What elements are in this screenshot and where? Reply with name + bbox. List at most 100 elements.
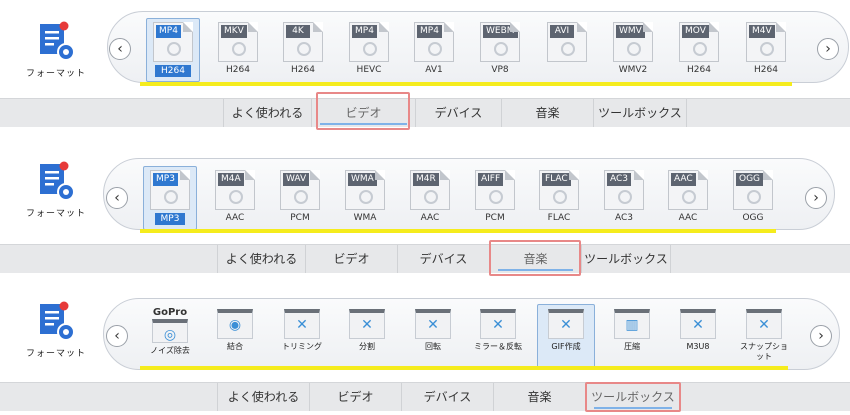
file-icon: WAV bbox=[280, 170, 320, 210]
format-item-wmv[interactable]: WMV WMV2 bbox=[606, 18, 660, 82]
file-icon: MOV bbox=[679, 22, 719, 62]
film-reel-icon bbox=[693, 42, 707, 56]
mirror-icon: ✕ bbox=[480, 309, 516, 339]
format-item-wma[interactable]: WMA WMA bbox=[338, 166, 392, 230]
tab-device[interactable]: デバイス bbox=[415, 99, 501, 127]
m3u8-icon: ✕ bbox=[680, 309, 716, 339]
format-document-icon bbox=[40, 301, 75, 341]
tab-toolbox[interactable]: ツールボックス bbox=[585, 383, 681, 411]
tool-mirror[interactable]: ✕ ミラー＆反転 bbox=[470, 304, 526, 368]
format-item-mp3[interactable]: MP3 MP3 bbox=[143, 166, 197, 230]
format-item-aiff[interactable]: AIFF PCM bbox=[468, 166, 522, 230]
prev-button[interactable]: ‹ bbox=[109, 38, 131, 60]
category-tabbar: よく使われる ビデオ デバイス 音楽 ツールボックス bbox=[0, 382, 850, 411]
file-icon: MP4 bbox=[153, 22, 193, 62]
tool-merge[interactable]: ◉ 結合 bbox=[208, 304, 262, 368]
snapshot-icon: ✕ bbox=[746, 309, 782, 339]
film-reel-icon bbox=[428, 42, 442, 56]
format-logo: フォーマット bbox=[20, 158, 92, 230]
music-note-icon bbox=[747, 190, 761, 204]
file-icon: 4K bbox=[283, 22, 323, 62]
highlight-underline bbox=[140, 229, 776, 233]
category-tabbar: よく使われる ビデオ デバイス 音楽 ツールボックス bbox=[0, 244, 850, 273]
tab-common[interactable]: よく使われる bbox=[223, 99, 311, 127]
format-panel-audio: フォーマット ‹ › MP3 MP3 M4A AAC WAV PCM WMA W… bbox=[0, 140, 850, 276]
tool-trim[interactable]: ✕ トリミング bbox=[272, 304, 332, 368]
format-item-avi[interactable]: AVI bbox=[540, 18, 594, 82]
tab-device[interactable]: デバイス bbox=[397, 245, 489, 273]
format-item-mp4-hevc[interactable]: MP4 HEVC bbox=[342, 18, 396, 82]
format-item-m4a[interactable]: M4A AAC bbox=[208, 166, 262, 230]
file-icon: WMA bbox=[345, 170, 385, 210]
tab-video[interactable]: ビデオ bbox=[311, 99, 415, 127]
prev-button[interactable]: ‹ bbox=[106, 325, 128, 347]
format-label: フォーマット bbox=[25, 349, 86, 359]
music-note-icon bbox=[553, 190, 567, 204]
music-note-icon bbox=[164, 190, 178, 204]
tab-common[interactable]: よく使われる bbox=[217, 245, 305, 273]
format-item-webm[interactable]: WEBM VP8 bbox=[473, 18, 527, 82]
format-item-ogg[interactable]: OGG OGG bbox=[726, 166, 780, 230]
music-note-icon bbox=[489, 190, 503, 204]
tool-m3u8[interactable]: ✕ M3U8 bbox=[671, 304, 725, 368]
music-note-icon bbox=[424, 190, 438, 204]
format-panel-toolbox: フォーマット ‹ › GoPro ◎ ノイズ除去 ◉ 結合 ✕ トリミング ✕ … bbox=[0, 280, 850, 415]
format-logo: フォーマット bbox=[20, 18, 92, 90]
tab-music[interactable]: 音楽 bbox=[493, 383, 585, 411]
rotate-icon: ✕ bbox=[415, 309, 451, 339]
film-reel-icon bbox=[494, 42, 508, 56]
format-document-icon bbox=[40, 161, 75, 201]
gopro-logo: GoPro bbox=[152, 307, 188, 318]
format-item-flac[interactable]: FLAC FLAC bbox=[532, 166, 586, 230]
file-icon: MKV bbox=[218, 22, 258, 62]
tab-common[interactable]: よく使われる bbox=[217, 383, 309, 411]
tab-music[interactable]: 音楽 bbox=[501, 99, 593, 127]
compress-icon: ▥ bbox=[614, 309, 650, 339]
tab-toolbox[interactable]: ツールボックス bbox=[593, 99, 687, 127]
format-panel-video: フォーマット ‹ › MP4 H264 MKV H264 4K H264 MP4… bbox=[0, 0, 850, 135]
format-label: フォーマット bbox=[25, 209, 86, 219]
tab-video[interactable]: ビデオ bbox=[305, 245, 397, 273]
tool-compress[interactable]: ▥ 圧縮 bbox=[605, 304, 659, 368]
merge-icon: ◉ bbox=[217, 309, 253, 339]
next-button[interactable]: › bbox=[805, 187, 827, 209]
tab-toolbox[interactable]: ツールボックス bbox=[581, 245, 671, 273]
music-note-icon bbox=[294, 190, 308, 204]
tool-denoise[interactable]: GoPro ◎ ノイズ除去 bbox=[140, 304, 200, 368]
next-button[interactable]: › bbox=[817, 38, 839, 60]
split-icon: ✕ bbox=[349, 309, 385, 339]
denoise-icon: ◎ bbox=[152, 319, 188, 343]
format-item-mov[interactable]: MOV H264 bbox=[672, 18, 726, 82]
format-item-ac3[interactable]: AC3 AC3 bbox=[597, 166, 651, 230]
format-item-m4v[interactable]: M4V H264 bbox=[739, 18, 793, 82]
file-icon: M4V bbox=[746, 22, 786, 62]
category-tabbar: よく使われる ビデオ デバイス 音楽 ツールボックス bbox=[0, 98, 850, 127]
format-item-wav[interactable]: WAV PCM bbox=[273, 166, 327, 230]
film-reel-icon bbox=[561, 42, 575, 56]
film-reel-icon bbox=[363, 42, 377, 56]
tool-gif[interactable]: ✕ GIF作成 bbox=[537, 304, 595, 368]
film-reel-icon bbox=[627, 42, 641, 56]
next-button[interactable]: › bbox=[810, 325, 832, 347]
format-item-4k[interactable]: 4K H264 bbox=[276, 18, 330, 82]
tool-rotate[interactable]: ✕ 回転 bbox=[406, 304, 460, 368]
tool-snapshot[interactable]: ✕ スナップショット bbox=[736, 304, 792, 368]
format-item-aac[interactable]: AAC AAC bbox=[661, 166, 715, 230]
tab-video[interactable]: ビデオ bbox=[309, 383, 401, 411]
music-note-icon bbox=[229, 190, 243, 204]
format-item-mp4-h264[interactable]: MP4 H264 bbox=[146, 18, 200, 82]
film-reel-icon bbox=[297, 42, 311, 56]
tab-device[interactable]: デバイス bbox=[401, 383, 493, 411]
music-note-icon bbox=[682, 190, 696, 204]
highlight-underline bbox=[140, 366, 788, 370]
format-item-m4r[interactable]: M4R AAC bbox=[403, 166, 457, 230]
trim-icon: ✕ bbox=[284, 309, 320, 339]
file-icon: MP4 bbox=[414, 22, 454, 62]
film-reel-icon bbox=[232, 42, 246, 56]
format-item-mkv[interactable]: MKV H264 bbox=[211, 18, 265, 82]
tool-split[interactable]: ✕ 分割 bbox=[340, 304, 394, 368]
music-note-icon bbox=[618, 190, 632, 204]
tab-music[interactable]: 音楽 bbox=[489, 245, 581, 273]
prev-button[interactable]: ‹ bbox=[106, 187, 128, 209]
format-item-mp4-av1[interactable]: MP4 AV1 bbox=[407, 18, 461, 82]
